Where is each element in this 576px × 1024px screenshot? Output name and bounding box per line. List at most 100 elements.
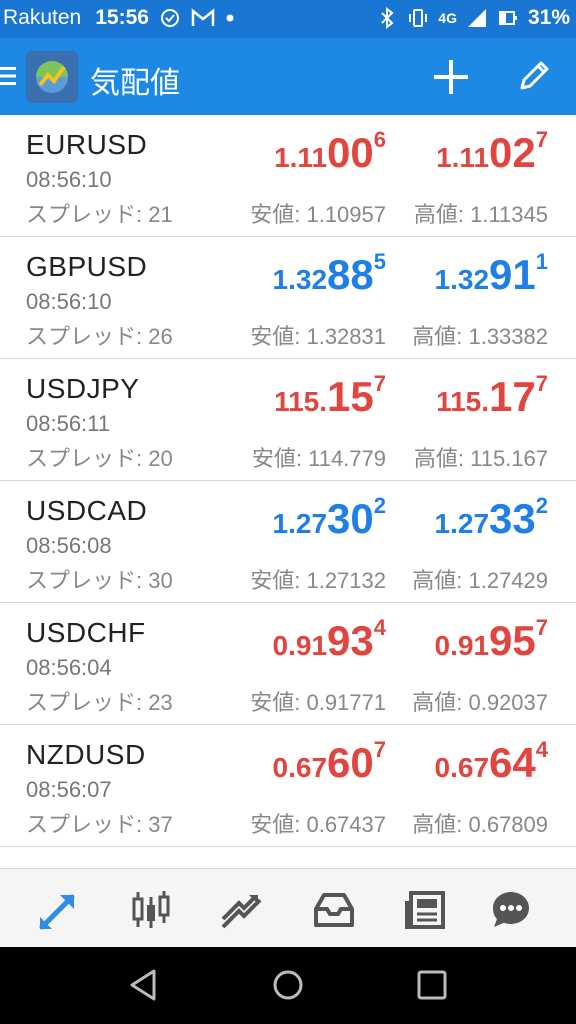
ask-price: 0.91957 [434,615,548,665]
quotes-icon[interactable] [36,887,82,933]
quote-time: 08:56:11 [26,411,111,436]
network-type: 4G [438,10,457,26]
ask-price-pips: 33 [489,495,536,542]
quote-time: 08:56:08 [26,533,112,558]
check-circle-icon [160,9,179,27]
high-price: 高値: 1.33382 [412,324,548,349]
bid-price-pips: 88 [327,251,374,298]
notification-dot-icon [226,14,234,22]
vibrate-icon [409,9,428,27]
bid-price-prefix: 0.67 [272,752,328,783]
add-symbol-icon[interactable] [430,56,472,98]
home-icon[interactable] [270,967,306,1003]
bid-price-fraction: 6 [373,127,386,152]
status-bar: Rakuten 15:56 4G 31% [0,0,576,38]
low-price: 安値: 1.27132 [250,568,386,593]
high-price: 高値: 0.67809 [412,812,548,837]
menu-icon[interactable] [0,64,18,88]
ask-price-fraction: 4 [535,737,548,762]
bid-price-pips: 15 [327,373,374,420]
quote-row-usdjpy[interactable]: USDJPY 08:56:11 スプレッド: 20 115.157 115.17… [0,359,576,481]
bid-price-fraction: 5 [373,249,386,274]
spread-label: スプレッド: 23 [26,690,173,715]
system-navigation-bar [0,947,576,1024]
quote-time: 08:56:04 [26,655,112,680]
ask-price-pips: 91 [489,251,536,298]
ask-price: 1.11027 [436,127,548,177]
bluetooth-icon [381,7,394,29]
bid-price-pips: 93 [327,617,374,664]
quote-row-nzdusd[interactable]: NZDUSD 08:56:07 スプレッド: 37 0.67607 0.6764… [0,725,576,847]
bid-price-prefix: 1.11 [274,142,328,173]
ask-price-prefix: 115. [436,386,490,417]
quote-time: 08:56:10 [26,167,112,192]
quote-time: 08:56:07 [26,777,112,802]
bid-price-prefix: 0.91 [272,630,328,661]
clock: 15:56 [95,6,149,29]
history-icon[interactable] [311,887,357,933]
symbol-name: NZDUSD [26,739,146,770]
bid-price: 115.157 [274,371,386,421]
bid-price-prefix: 115. [274,386,328,417]
battery-percent: 31% [527,6,570,29]
ask-price-fraction: 7 [535,371,548,396]
high-price: 高値: 1.27429 [412,568,548,593]
bid-price: 1.32885 [272,249,386,299]
ask-price-fraction: 2 [535,493,548,518]
bid-price: 1.27302 [273,493,386,543]
bid-price-fraction: 7 [373,371,386,396]
bid-price-pips: 60 [327,739,374,786]
ask-price-prefix: 0.91 [434,630,490,661]
quote-row-usdchf[interactable]: USDCHF 08:56:04 スプレッド: 23 0.91934 0.9195… [0,603,576,725]
ask-price-pips: 02 [489,129,536,176]
edit-icon[interactable] [514,56,554,96]
chart-icon[interactable] [128,887,174,933]
back-icon[interactable] [126,967,162,1003]
ask-price-prefix: 1.11 [436,142,490,173]
quote-row-gbpusd[interactable]: GBPUSD 08:56:10 スプレッド: 26 1.32885 1.3291… [0,237,576,359]
bid-price-pips: 00 [327,129,374,176]
ask-price-fraction: 1 [535,249,548,274]
recents-icon[interactable] [414,967,450,1003]
symbol-name: EURUSD [26,129,148,160]
ask-price: 115.177 [436,371,548,421]
bid-price-fraction: 7 [373,737,386,762]
bid-price-fraction: 4 [373,615,386,640]
quote-time: 08:56:10 [26,289,112,314]
low-price: 安値: 1.32831 [250,324,386,349]
spread-label: スプレッド: 21 [26,202,173,227]
quote-row-eurusd[interactable]: EURUSD 08:56:10 スプレッド: 21 1.11006 1.1102… [0,115,576,237]
trade-icon[interactable] [219,887,265,933]
bid-price-prefix: 1.32 [272,264,328,295]
ask-price: 1.27332 [435,493,548,543]
ask-price-pips: 17 [489,373,536,420]
spread-label: スプレッド: 20 [26,446,173,471]
bid-price: 0.91934 [272,615,386,665]
gmail-icon [191,8,215,26]
symbol-name: USDJPY [26,373,140,404]
chat-icon[interactable] [488,887,534,933]
bid-price: 1.11006 [274,127,386,177]
ask-price-fraction: 7 [535,127,548,152]
low-price: 安値: 0.67437 [250,812,386,837]
news-icon[interactable] [403,887,449,933]
high-price: 高値: 115.167 [413,446,548,471]
symbol-name: GBPUSD [26,251,148,282]
ask-price-pips: 95 [489,617,536,664]
bid-price: 0.67607 [272,737,386,787]
ask-price-fraction: 7 [535,615,548,640]
low-price: 安値: 0.91771 [250,690,386,715]
battery-icon [498,11,517,25]
spread-label: スプレッド: 30 [26,568,173,593]
ask-price-pips: 64 [489,739,536,786]
low-price: 安値: 1.10957 [250,202,386,227]
app-logo-icon[interactable] [26,51,78,103]
ask-price-prefix: 1.32 [434,264,490,295]
bid-price-fraction: 2 [373,493,386,518]
signal-icon [467,9,486,27]
page-title: 気配値 [90,66,180,101]
spread-label: スプレッド: 37 [26,812,173,837]
ask-price-prefix: 0.67 [434,752,490,783]
ask-price: 1.32911 [434,249,548,299]
quote-row-usdcad[interactable]: USDCAD 08:56:08 スプレッド: 30 1.27302 1.2733… [0,481,576,603]
